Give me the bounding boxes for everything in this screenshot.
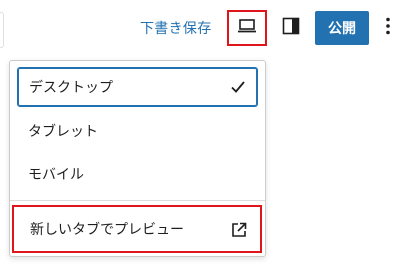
sidebar-toggle-icon — [281, 16, 301, 40]
more-vertical-icon — [386, 17, 390, 39]
menu-item-label: デスクトップ — [29, 80, 113, 96]
save-draft-button[interactable]: 下書き保存 — [140, 18, 212, 38]
editor-toolbar: 下書き保存 公開 — [0, 0, 400, 56]
check-icon — [229, 78, 247, 96]
editor-screen: 下書き保存 公開 デスクトップ タブレット モバイル 新しいタブでプレビュー — [0, 0, 400, 268]
menu-divider — [10, 200, 265, 201]
menu-item-tablet[interactable]: タブレット — [17, 111, 258, 151]
menu-item-mobile[interactable]: モバイル — [17, 154, 258, 194]
preview-in-new-tab-item[interactable]: 新しいタブでプレビュー — [12, 205, 262, 253]
external-link-icon — [230, 221, 248, 239]
preview-dropdown-menu: デスクトップ タブレット モバイル 新しいタブでプレビュー — [9, 60, 266, 257]
preview-button[interactable] — [227, 10, 267, 46]
publish-button[interactable]: 公開 — [315, 11, 369, 45]
menu-item-desktop[interactable]: デスクトップ — [17, 67, 258, 107]
laptop-icon — [237, 18, 257, 38]
menu-item-label: タブレット — [28, 124, 98, 140]
toolbar-left-control[interactable] — [0, 12, 4, 48]
menu-item-label: 新しいタブでプレビュー — [30, 222, 184, 238]
menu-item-label: モバイル — [28, 167, 84, 183]
more-options-button[interactable] — [380, 14, 396, 42]
settings-sidebar-button[interactable] — [277, 14, 305, 42]
